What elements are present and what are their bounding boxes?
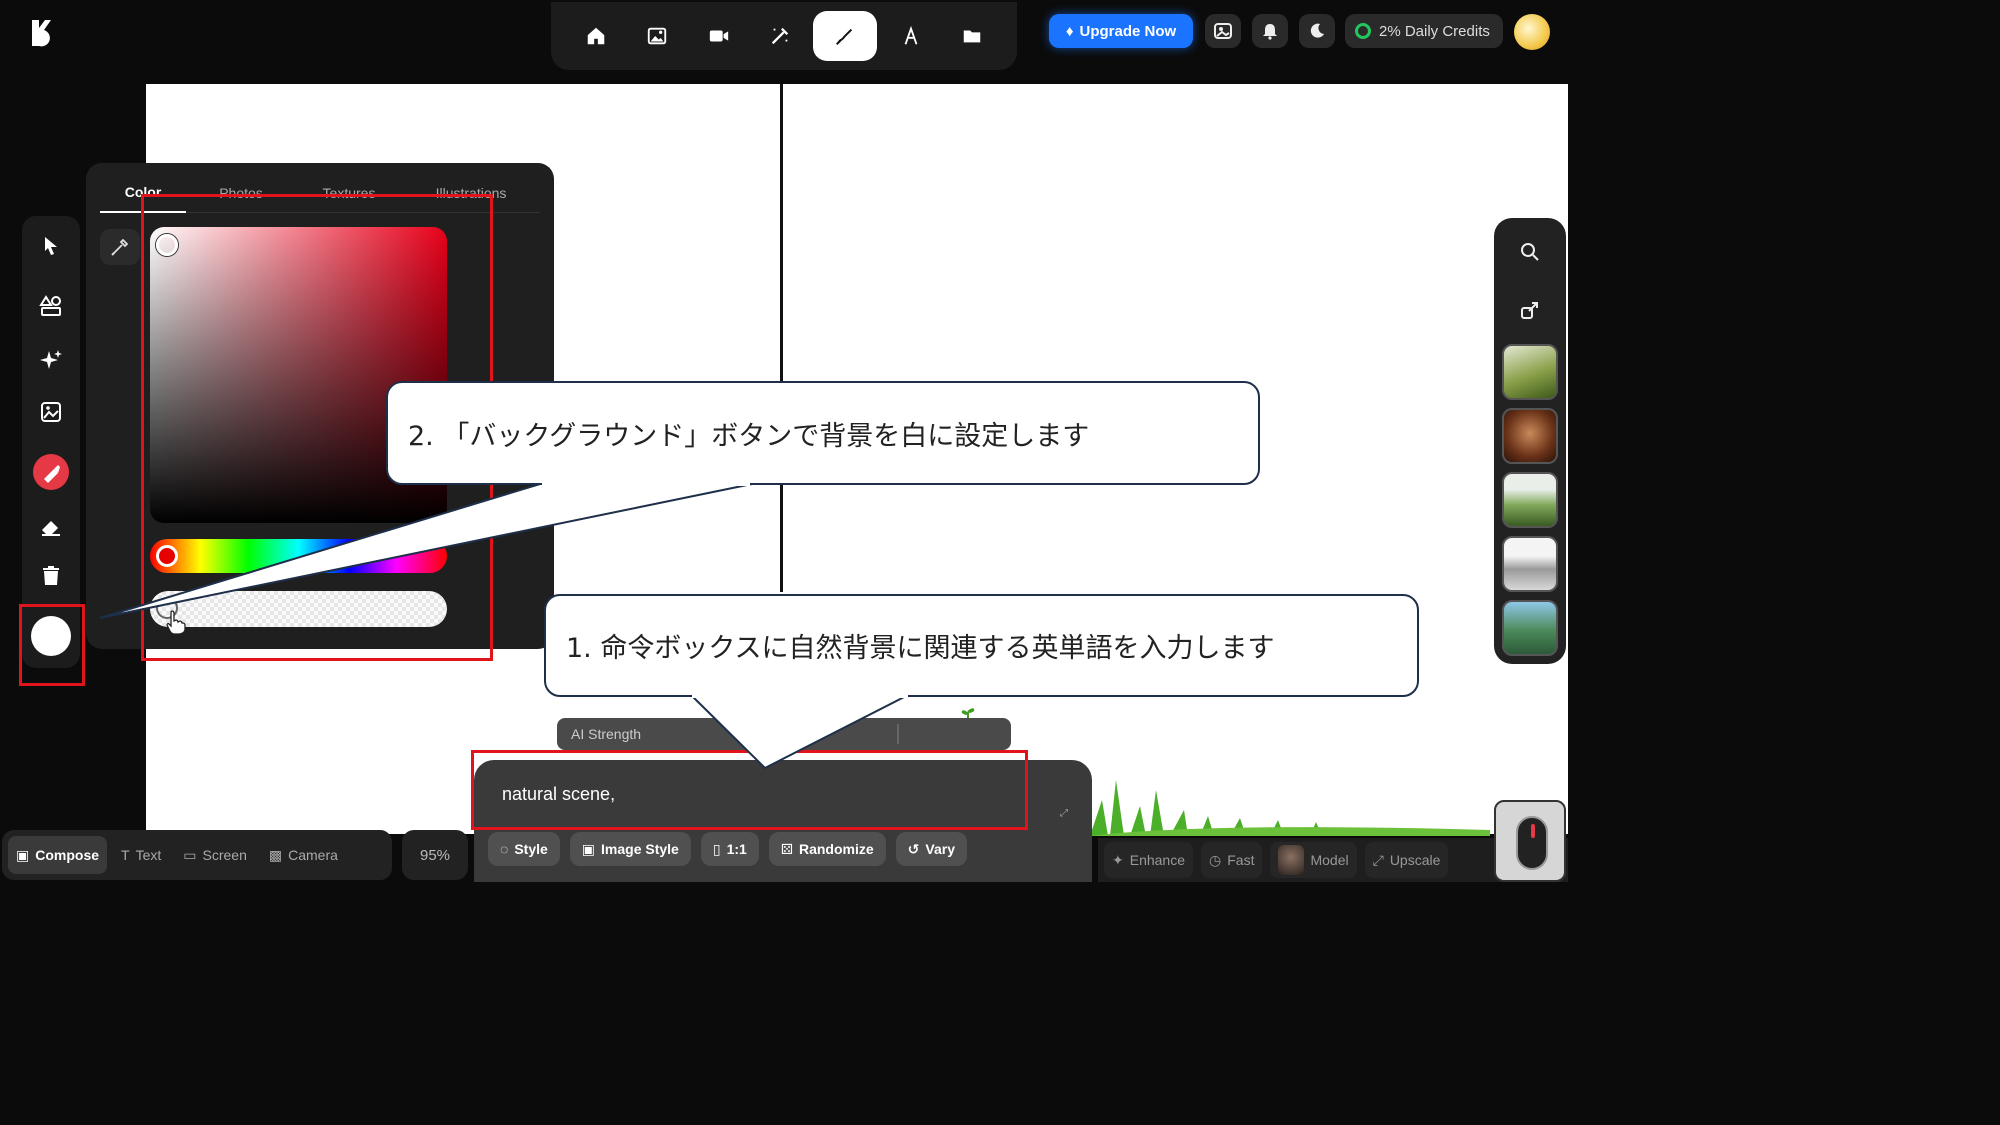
enhance-label: Enhance (1129, 852, 1186, 868)
left-toolbar (22, 216, 80, 668)
prompt-actions: ◌ Style ▣ Image Style ▯ 1:1 ⚄ Randomize ↺ Var… (488, 832, 967, 866)
thumbnail-landscape[interactable] (1502, 472, 1558, 528)
phone-icon: ▯ (712, 840, 721, 857)
aspect-ratio-label: 1:1 (726, 841, 747, 857)
speedometer-icon: ◷ (1209, 851, 1222, 868)
model-label: Model (1310, 852, 1349, 868)
eraser-icon[interactable] (22, 506, 80, 546)
image-style-button[interactable]: ▣ Image Style (569, 832, 691, 866)
screen-label: Screen (202, 847, 247, 863)
upgrade-label: Upgrade Now (1079, 22, 1177, 40)
bell-icon[interactable] (1252, 14, 1288, 48)
resize-handle-icon[interactable]: ⤢ (1060, 808, 1070, 819)
upscale-label: Upscale (1389, 852, 1441, 868)
vary-button[interactable]: ↺ Vary (895, 832, 967, 866)
thumbnail-waterfall[interactable] (1502, 600, 1558, 656)
ai-strength-label: AI Strength (571, 726, 642, 742)
screen-icon: ▭ (183, 846, 197, 863)
tail-seam-2 (542, 482, 750, 486)
nav-draw-icon[interactable] (813, 11, 878, 61)
sparkle-icon[interactable] (22, 340, 80, 380)
palette-icon: ◌ (500, 841, 509, 857)
search-icon[interactable] (1512, 234, 1548, 270)
vary-label: Vary (925, 841, 955, 857)
aspect-ratio-button[interactable]: ▯ 1:1 (700, 832, 759, 866)
thumbnail-figure[interactable] (1502, 408, 1558, 464)
highlight-color-swatch (19, 604, 85, 686)
user-avatar[interactable] (1514, 14, 1550, 50)
ai-strength-handle[interactable] (897, 724, 899, 744)
top-nav (551, 2, 1017, 70)
nav-edit-icon[interactable] (752, 11, 808, 61)
callout-step2: 2. 「バックグラウンド」ボタンで背景を白に設定します (386, 381, 1260, 485)
compose-button[interactable]: ▣ Compose (8, 836, 108, 874)
nav-folder-icon[interactable] (944, 11, 1000, 61)
model-avatar (1278, 845, 1305, 875)
compose-icon: ▣ (16, 846, 30, 863)
mouse-indicator (1494, 800, 1566, 882)
dice-icon: ⚄ (780, 840, 793, 857)
compose-label: Compose (35, 847, 100, 863)
nav-home-icon[interactable] (568, 11, 624, 61)
camera-label: Camera (288, 847, 338, 863)
text-button[interactable]: T Text (113, 836, 169, 874)
brush-icon[interactable] (33, 454, 69, 490)
enhance-icon: ✦ (1112, 851, 1124, 868)
share-icon[interactable] (1512, 292, 1548, 328)
text-label: Text (135, 847, 162, 863)
randomize-label: Randomize (798, 841, 874, 857)
callout-step2-text: 2. 「バックグラウンド」ボタンで背景を白に設定します (408, 420, 1090, 452)
camera-button[interactable]: ▩ Camera (261, 836, 346, 874)
shapes-icon[interactable] (22, 286, 80, 326)
model-button[interactable]: Model (1270, 842, 1357, 878)
style-button[interactable]: ◌ Style (488, 832, 560, 866)
camera-icon: ▩ (268, 846, 283, 863)
pointer-icon[interactable] (22, 226, 80, 266)
image-style-icon: ▣ (581, 840, 596, 857)
style-label: Style (514, 841, 548, 857)
mouse-icon (1516, 816, 1548, 870)
text-icon: T (121, 847, 130, 863)
ai-strength-slider[interactable]: AI Strength (557, 718, 1011, 750)
fast-button[interactable]: ◷ Fast (1201, 842, 1263, 878)
screen-button[interactable]: ▭ Screen (175, 836, 255, 874)
thumbnail-building[interactable] (1502, 536, 1558, 592)
gallery-icon[interactable] (1205, 14, 1241, 48)
refresh-icon: ↺ (907, 840, 920, 857)
image-style-label: Image Style (601, 841, 679, 857)
upscale-icon: ⤢ (1372, 851, 1384, 868)
app-logo[interactable] (28, 18, 54, 48)
credits-badge[interactable]: 2% Daily Credits (1345, 14, 1503, 48)
mode-bar: ▣ Compose T Text ▭ Screen ▩ Camera (2, 830, 392, 880)
nav-text-icon[interactable] (883, 11, 939, 61)
eyedropper-icon[interactable] (100, 229, 140, 265)
right-panel (1494, 218, 1566, 664)
trash-icon[interactable] (22, 556, 80, 596)
nav-image-icon[interactable] (629, 11, 685, 61)
credits-label: 2% Daily Credits (1379, 22, 1490, 40)
enhance-button[interactable]: ✦ Enhance (1104, 842, 1194, 878)
tail-seam-1 (692, 694, 908, 698)
image-upload-icon[interactable] (22, 392, 80, 432)
callout-step1-text: 1. 命令ボックスに自然背景に関連する英単語を入力します (566, 633, 1275, 664)
highlight-prompt (471, 750, 1028, 830)
grass-decoration (1090, 780, 1490, 836)
moon-icon[interactable] (1299, 14, 1335, 48)
diamond-icon: ♦ (1065, 22, 1074, 40)
fast-label: Fast (1227, 852, 1255, 868)
upgrade-button[interactable]: ♦ Upgrade Now (1049, 14, 1193, 48)
credits-ring-icon (1355, 23, 1371, 39)
zoom-level[interactable]: 95% (402, 830, 468, 880)
randomize-button[interactable]: ⚄ Randomize (768, 832, 886, 866)
upscale-button[interactable]: ⤢ Upscale (1364, 842, 1449, 878)
nav-video-icon[interactable] (691, 11, 747, 61)
thumbnail-forest[interactable] (1502, 344, 1558, 400)
canvas-divider (780, 84, 783, 592)
callout-step1: 1. 命令ボックスに自然背景に関連する英単語を入力します (544, 594, 1419, 697)
